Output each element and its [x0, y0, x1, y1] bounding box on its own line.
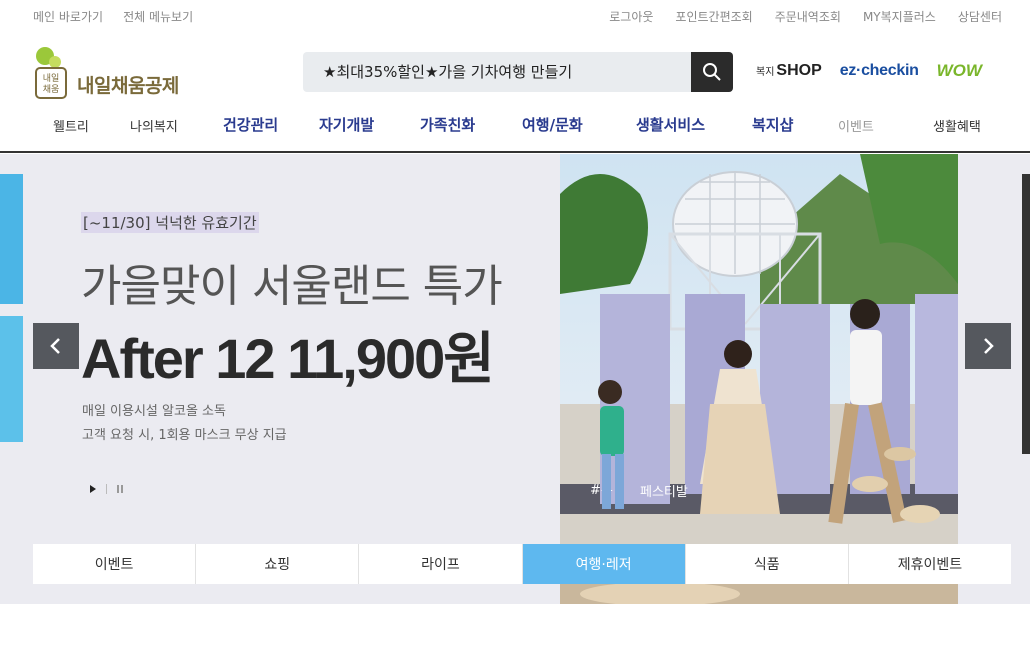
tab-food[interactable]: 식품: [685, 544, 849, 584]
nav-my-welfare[interactable]: 나의복지: [130, 116, 178, 135]
wow-link[interactable]: WOW: [937, 61, 982, 81]
promo-price: After 12 11,900원: [81, 327, 495, 390]
svg-text:채움: 채움: [43, 84, 60, 95]
partner-links: 복지 SHOP ez·checkin WOW: [756, 60, 982, 82]
my-welfare-plus-link[interactable]: MY복지플러스: [863, 8, 936, 25]
site-logo[interactable]: 내일 채움 내일채움공제: [33, 46, 179, 100]
tab-travel-leisure[interactable]: 여행·레저: [522, 544, 686, 584]
nav-family[interactable]: 가족친화: [420, 114, 475, 135]
chevron-left-icon: [50, 338, 60, 354]
tab-life[interactable]: 라이프: [359, 544, 523, 584]
promo-period-tag: [~11/30] 넉넉한 유효기간: [81, 212, 259, 233]
help-center-link[interactable]: 상담센터: [958, 8, 1002, 25]
ezcheckin-link[interactable]: ez·checkin: [840, 62, 919, 80]
tab-event[interactable]: 이벤트: [33, 544, 197, 584]
nav-welfare-shop[interactable]: 복지샵: [752, 114, 793, 135]
logo-mark-icon: 내일 채움: [33, 46, 71, 100]
welfare-shop-link[interactable]: 복지 SHOP: [756, 62, 822, 80]
promo-title: 가을맞이 서울랜드 특가: [81, 261, 503, 312]
order-history-link[interactable]: 주문내역조회: [775, 8, 841, 25]
promo-desc-1: 매일 이용시설 알코올 소독: [82, 404, 226, 419]
side-promo-banner-2[interactable]: [0, 316, 23, 442]
tab-partner-event[interactable]: 제휴이벤트: [848, 544, 1012, 584]
nav-health[interactable]: 건강관리: [223, 114, 278, 135]
nav-life-benefits[interactable]: 생활혜택: [933, 116, 981, 135]
logo-text: 내일채움공제: [77, 74, 179, 97]
utility-bar: 메인 바로가기 전체 메뉴보기 로그아웃 포인트간편조회 주문내역조회 MY복지…: [0, 0, 1030, 32]
side-strip: [1022, 174, 1030, 454]
play-icon[interactable]: [88, 484, 98, 494]
search-button[interactable]: [691, 52, 733, 92]
photo-caption: 페스티발: [640, 485, 688, 500]
banner-prev-button[interactable]: [33, 323, 79, 369]
nav-travel-culture[interactable]: 여행/문화: [522, 114, 583, 135]
welfare-shop-label: SHOP: [776, 62, 822, 79]
search-input[interactable]: [303, 52, 691, 92]
search-bar: [303, 52, 733, 92]
slide-controls: [88, 484, 125, 494]
tab-shopping[interactable]: 쇼핑: [196, 544, 360, 584]
all-menu-link[interactable]: 전체 메뉴보기: [123, 8, 193, 25]
main-navigation: 웰트리 나의복지 건강관리 자기개발 가족친화 여행/문화 생활서비스 복지샵 …: [0, 108, 1030, 153]
banner-category-tabs: 이벤트 쇼핑 라이프 여행·레저 식품 제휴이벤트: [33, 544, 1012, 584]
main-banner[interactable]: #두 _ 페스티발 [~11/30] 넉넉한 유효기간 가을맞이 서울랜드 특가…: [0, 154, 1030, 604]
nav-life-service[interactable]: 생활서비스: [636, 114, 705, 135]
chevron-right-icon: [984, 338, 994, 354]
welfare-shop-prefix: 복지: [756, 67, 775, 78]
banner-next-button[interactable]: [965, 323, 1011, 369]
logout-link[interactable]: 로그아웃: [609, 8, 653, 25]
point-check-link[interactable]: 포인트간편조회: [675, 8, 752, 25]
nav-welltree[interactable]: 웰트리: [53, 116, 89, 135]
pause-icon[interactable]: [115, 484, 125, 494]
banner-photo: #두 _ 페스티발: [560, 154, 958, 604]
side-promo-banner[interactable]: [0, 174, 23, 304]
nav-event[interactable]: 이벤트: [838, 116, 874, 135]
control-divider: [106, 484, 107, 494]
main-shortcut-link[interactable]: 메인 바로가기: [33, 8, 103, 25]
svg-text:내일: 내일: [43, 73, 60, 84]
promo-desc-2: 고객 요청 시, 1회용 마스크 무상 지급: [82, 428, 287, 443]
search-icon: [703, 63, 721, 81]
nav-self-development[interactable]: 자기개발: [319, 114, 374, 135]
